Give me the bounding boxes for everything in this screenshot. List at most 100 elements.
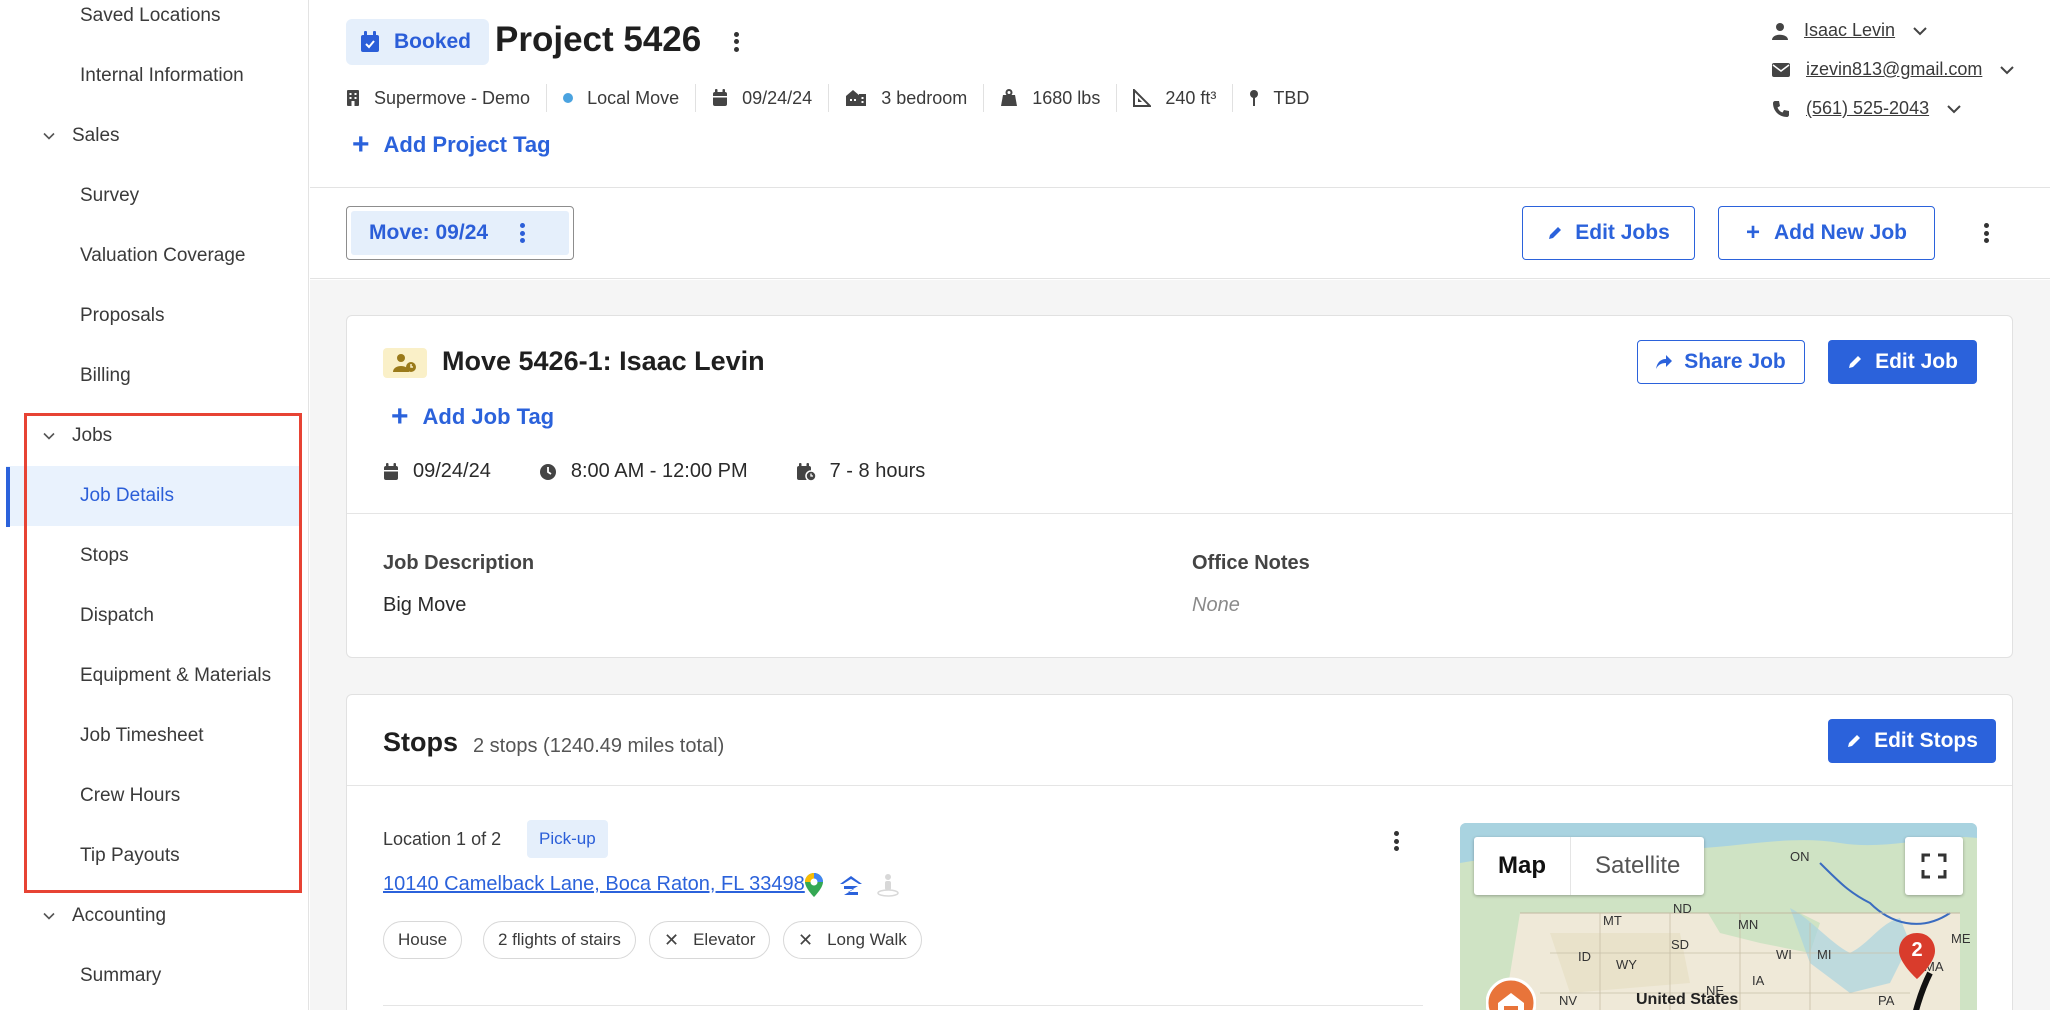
more-vertical-icon[interactable] (1982, 223, 1990, 243)
clock-icon (539, 463, 556, 480)
map-region-label: SD (1671, 937, 1690, 952)
meta-company: Supermove - Demo (346, 84, 546, 112)
sidebar-item-proposals[interactable]: Proposals (6, 286, 302, 346)
stop-address-link[interactable]: 10140 Camelback Lane, Boca Raton, FL 334… (383, 873, 805, 896)
plus-icon: + (391, 400, 409, 433)
calendar-icon (384, 462, 398, 480)
divider (347, 785, 2012, 786)
map-marker[interactable]: 2 (1897, 933, 1937, 979)
page-title: Project 5426 (495, 20, 741, 60)
sidebar-item-dispatch[interactable]: Dispatch (6, 586, 302, 646)
office-notes-label: Office Notes (1192, 552, 1310, 574)
move-bar: Move: 09/24 Edit Jobs + Add New Job (310, 189, 2050, 279)
location-label: Location 1 of 2 (383, 829, 502, 849)
meta-size: 3 bedroom (828, 84, 983, 112)
map-pin-icon (1250, 90, 1259, 106)
map-region-label: MI (1817, 947, 1832, 962)
map-region-label: ME (1951, 931, 1971, 946)
calendar-clock-icon (796, 462, 816, 481)
meta-move-type: Local Move (546, 84, 695, 112)
move-type-dot (563, 93, 574, 103)
divider (347, 513, 2012, 514)
main-content: Move 5426-1: Isaac Levin Share Job Edit … (310, 280, 2050, 1010)
fullscreen-icon (1921, 853, 1947, 879)
contact-name[interactable]: Isaac Levin (1772, 20, 1927, 41)
sidebar-item-survey[interactable]: Survey (6, 166, 302, 226)
more-vertical-icon[interactable] (518, 223, 526, 243)
map-region-label: ND (1673, 901, 1692, 916)
sidebar-item-stops[interactable]: Stops (6, 526, 302, 586)
plus-icon: + (1745, 219, 1760, 246)
sidebar-item-summary[interactable]: Summary (6, 946, 302, 1006)
meta-volume: 240 ft³ (1116, 84, 1232, 112)
share-job-button[interactable]: Share Job (1637, 340, 1805, 384)
edit-stops-button[interactable]: Edit Stops (1828, 719, 1996, 763)
stop-chip: House (383, 921, 463, 959)
more-vertical-icon[interactable] (1392, 831, 1400, 851)
contact-email[interactable]: izevin813@gmail.com (1772, 59, 2015, 80)
location-type-badge: Pick-up (527, 820, 608, 858)
stops-summary: 2 stops (1240.49 miles total) (473, 735, 725, 757)
google-maps-icon[interactable] (805, 873, 823, 902)
sidebar-group-accounting[interactable]: Accounting (6, 886, 302, 946)
status-badge[interactable]: Booked (346, 19, 490, 65)
sidebar-item-equipment-materials[interactable]: Equipment & Materials (6, 646, 302, 706)
contact-phone[interactable]: (561) 525-2043 (1772, 98, 1961, 119)
share-icon (1656, 355, 1673, 369)
map-type-toggle: Map Satellite (1474, 837, 1705, 895)
pencil-icon (1849, 356, 1862, 368)
map-region-label: MT (1603, 913, 1622, 928)
sidebar-item-tip-payouts[interactable]: Tip Payouts (6, 826, 302, 886)
chevron-down-icon (42, 129, 56, 143)
envelope-icon (1772, 62, 1790, 77)
map-country-label: United States (1636, 991, 1739, 1008)
stop-chip: ✕ Elevator (649, 921, 771, 959)
active-indicator (6, 467, 10, 527)
add-new-job-button[interactable]: + Add New Job (1718, 206, 1935, 260)
meta-weight: 1680 lbs (983, 84, 1116, 112)
phone-icon (1773, 100, 1789, 117)
edit-job-button[interactable]: Edit Job (1828, 340, 1977, 384)
job-card: Move 5426-1: Isaac Levin Share Job Edit … (346, 315, 2013, 658)
more-vertical-icon[interactable] (733, 31, 741, 52)
sidebar: Saved Locations Internal Information Sal… (6, 0, 309, 1010)
map-region-label: NV (1559, 993, 1578, 1008)
project-meta: Supermove - Demo Local Move 09/24/24 3 b… (346, 84, 1325, 112)
zillow-icon[interactable] (839, 875, 863, 902)
map-region-label: IA (1752, 973, 1765, 988)
sidebar-item-billing[interactable]: Billing (6, 346, 302, 406)
office-notes-value: None (1192, 594, 1240, 616)
user-clock-icon (383, 348, 427, 378)
calendar-icon (713, 89, 728, 106)
stops-card: Stops 2 stops (1240.49 miles total) Edit… (346, 694, 2013, 1010)
sidebar-group-jobs[interactable]: Jobs (6, 406, 302, 466)
satellite-view-button[interactable]: Satellite (1571, 837, 1704, 895)
chevron-down-icon (1913, 20, 1927, 41)
street-view-icon[interactable] (877, 873, 899, 902)
stop-chip: ✕ Long Walk (783, 921, 922, 959)
stops-map[interactable]: ON ND MN MT SD WI MI ID WY IA NV PA MA M… (1460, 823, 1977, 1010)
sidebar-item-internal-information[interactable]: Internal Information (6, 46, 302, 106)
x-icon: ✕ (798, 929, 814, 950)
project-header: Booked Project 5426 Supermove - Demo Loc… (310, 0, 2050, 188)
weight-icon (1001, 89, 1018, 106)
sidebar-item-job-details[interactable]: Job Details (6, 466, 302, 526)
add-job-tag-button[interactable]: + Add Job Tag (391, 402, 554, 432)
sidebar-item-crew-hours[interactable]: Crew Hours (6, 766, 302, 826)
chevron-down-icon (1947, 98, 1961, 119)
sidebar-group-sales[interactable]: Sales (6, 106, 302, 166)
home-icon (846, 90, 867, 106)
fullscreen-button[interactable] (1905, 837, 1963, 895)
building-icon (347, 90, 359, 106)
sidebar-item-job-timesheet[interactable]: Job Timesheet (6, 706, 302, 766)
map-view-button[interactable]: Map (1474, 837, 1571, 895)
edit-jobs-button[interactable]: Edit Jobs (1522, 206, 1695, 260)
sidebar-item-valuation-coverage[interactable]: Valuation Coverage (6, 226, 302, 286)
meta-location: TBD (1232, 84, 1325, 112)
job-title: Move 5426-1: Isaac Levin (442, 346, 765, 376)
chevron-down-icon (2000, 59, 2015, 80)
move-tab[interactable]: Move: 09/24 (346, 206, 574, 260)
add-project-tag-button[interactable]: + Add Project Tag (352, 130, 551, 160)
sidebar-item-saved-locations[interactable]: Saved Locations (6, 0, 302, 46)
warehouse-marker-icon (1485, 973, 1537, 1010)
